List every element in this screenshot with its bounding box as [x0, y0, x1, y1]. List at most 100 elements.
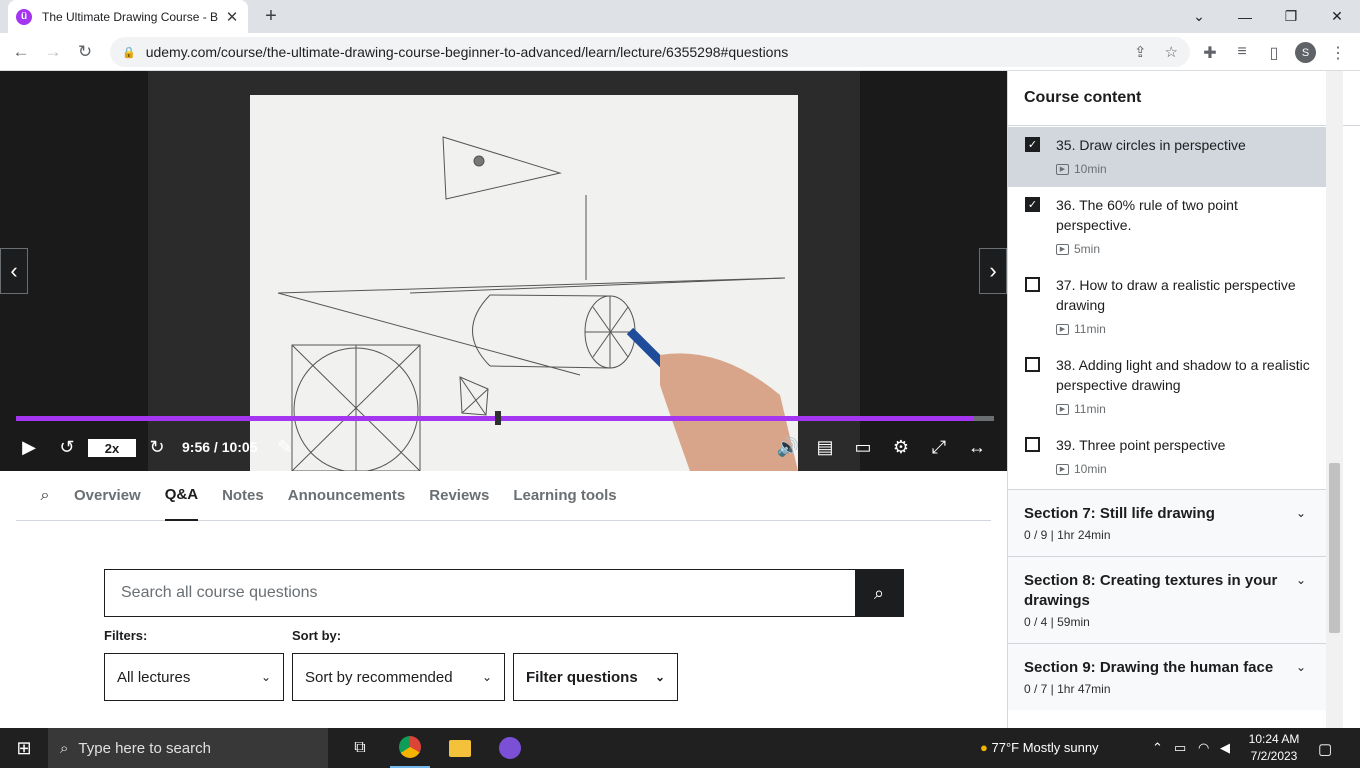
video-progress-bar[interactable] [16, 411, 994, 425]
lecture-checkbox[interactable] [1025, 437, 1040, 452]
lecture-title: 39. Three point perspective [1056, 437, 1226, 453]
forward-icon[interactable]: ↻ [144, 433, 170, 461]
fullscreen-icon[interactable]: ⤢ [926, 433, 952, 461]
progress-marker[interactable] [495, 411, 502, 425]
scrollbar-thumb[interactable] [1329, 463, 1340, 633]
sidebar-list[interactable]: ✓ 35. Draw circles in perspective ▶ 10min… [1008, 127, 1326, 728]
qa-search-input[interactable] [105, 570, 855, 616]
menu-icon[interactable]: ⋮ [1328, 43, 1348, 63]
sidebar-title: Course content [1024, 89, 1142, 106]
section-title: Section 9: Drawing the human face [1024, 659, 1274, 676]
captions-icon[interactable]: ▭ [850, 433, 876, 461]
lecture-checkbox[interactable] [1025, 277, 1040, 292]
extensions-icon[interactable]: ✚ [1200, 43, 1220, 63]
back-icon[interactable]: ← [8, 39, 34, 65]
lecture-checkbox[interactable]: ✓ [1025, 197, 1040, 212]
windows-start-icon[interactable]: ⊞ [0, 728, 48, 768]
section-header[interactable]: Section 8: Creating textures in your dra… [1008, 556, 1326, 643]
playback-speed-button[interactable]: 2x [88, 439, 136, 457]
new-tab-icon[interactable]: + [260, 5, 282, 28]
file-explorer-icon[interactable] [440, 728, 480, 768]
battery-icon[interactable]: ▭ [1174, 740, 1186, 756]
section-title: Section 8: Creating textures in your dra… [1024, 572, 1278, 609]
forward-icon[interactable]: → [40, 39, 66, 65]
lecture-item[interactable]: 38. Adding light and shadow to a realist… [1008, 347, 1326, 427]
share-icon[interactable]: ⇪ [1134, 43, 1147, 61]
sidebar-header: Course content ✕ [1008, 71, 1360, 126]
lecture-item[interactable]: ✓ 35. Draw circles in perspective ▶ 10min [1008, 127, 1326, 187]
volume-icon[interactable]: 🔊 [775, 433, 801, 461]
search-icon[interactable]: ⌕ [16, 487, 74, 505]
reading-list-icon[interactable]: ≡ [1232, 43, 1252, 61]
chrome-icon[interactable] [390, 728, 430, 768]
lecture-checkbox[interactable]: ✓ [1025, 137, 1040, 152]
lecture-item[interactable]: ✓ 36. The 60% rule of two point perspect… [1008, 187, 1326, 267]
taskbar-search[interactable]: ⌕ Type here to search [48, 728, 328, 768]
lecture-item[interactable]: 39. Three point perspective ▶ 10min [1008, 427, 1326, 489]
search-button[interactable]: ⌕ [855, 570, 903, 616]
add-note-icon[interactable]: ✎ [272, 433, 298, 461]
browser-tab[interactable]: ü The Ultimate Drawing Course - B ✕ [8, 0, 248, 33]
course-tabs: ⌕ Overview Q&A Notes Announcements Revie… [16, 471, 991, 521]
sort-by-label: Sort by: [292, 628, 342, 643]
tab-overview[interactable]: Overview [74, 471, 141, 521]
github-desktop-icon[interactable] [490, 728, 530, 768]
browser-tab-bar: ü The Ultimate Drawing Course - B ✕ + ⌄ … [0, 0, 1360, 33]
close-window-icon[interactable]: ✕ [1314, 0, 1360, 33]
video-player[interactable]: ‹ › ▶ ↺ 2x ↻ 9:56 / 10:05 ✎ 🔊 ▤ ▭ ⚙ ⤢ ↔ [0, 71, 1007, 471]
taskbar-clock[interactable]: 10:24 AM 7/2/2023 [1244, 731, 1304, 765]
settings-gear-icon[interactable]: ⚙ [888, 433, 914, 461]
video-icon: ▶ [1056, 403, 1069, 415]
lecture-duration: 11min [1074, 402, 1106, 416]
clock-time: 10:24 AM [1248, 732, 1300, 746]
url-field[interactable]: 🔒 udemy.com/course/the-ultimate-drawing-… [110, 37, 1190, 67]
qa-search: ⌕ [104, 569, 904, 617]
lecture-title: 38. Adding light and shadow to a realist… [1056, 357, 1310, 393]
section-header[interactable]: Section 9: Drawing the human face 0 / 7 … [1008, 643, 1326, 710]
lecture-filter-select[interactable]: All lectures ⌄ [104, 653, 284, 701]
minimize-icon[interactable]: — [1222, 0, 1268, 33]
tab-reviews[interactable]: Reviews [429, 471, 489, 521]
close-tab-icon[interactable]: ✕ [224, 8, 240, 26]
rewind-icon[interactable]: ↺ [54, 433, 80, 461]
side-panel-icon[interactable]: ▯ [1264, 43, 1284, 63]
filter-questions-label: Filter questions [526, 668, 638, 686]
expand-width-icon[interactable]: ↔ [964, 433, 990, 461]
tab-announcements[interactable]: Announcements [288, 471, 406, 521]
restore-icon[interactable]: ❐ [1268, 0, 1314, 33]
playback-time: 9:56 / 10:05 [182, 439, 258, 455]
transcript-icon[interactable]: ▤ [812, 433, 838, 461]
speaker-icon[interactable]: ◀ [1220, 740, 1230, 756]
chevron-up-icon[interactable]: ⌃ [1152, 740, 1163, 756]
tab-qa[interactable]: Q&A [164, 471, 199, 521]
profile-avatar[interactable]: S [1295, 42, 1316, 63]
video-icon: ▶ [1056, 463, 1069, 475]
tab-search-icon[interactable]: ⌄ [1176, 0, 1222, 33]
tab-notes[interactable]: Notes [222, 471, 264, 521]
lecture-item[interactable]: 37. How to draw a realistic perspective … [1008, 267, 1326, 347]
wifi-icon[interactable]: ◠ [1198, 740, 1209, 756]
taskbar-search-text: Type here to search [78, 739, 211, 757]
course-content-sidebar: Course content ✕ ✓ 35. Draw circles in p… [1007, 71, 1360, 728]
bookmark-star-icon[interactable]: ☆ [1165, 43, 1178, 61]
tab-learning-tools[interactable]: Learning tools [513, 471, 616, 521]
previous-lecture-button[interactable]: ‹ [0, 248, 28, 294]
section-header[interactable]: Section 7: Still life drawing 0 / 9 | 1h… [1008, 489, 1326, 556]
tab-title: The Ultimate Drawing Course - B [42, 9, 219, 24]
next-lecture-button[interactable]: › [979, 248, 1007, 294]
notification-icon[interactable]: ▢ [1318, 740, 1332, 758]
reload-icon[interactable]: ↻ [72, 39, 98, 65]
sort-select[interactable]: Sort by recommended ⌄ [292, 653, 505, 701]
page-scrollbar[interactable] [1326, 71, 1343, 728]
lecture-duration: 11min [1074, 322, 1106, 336]
task-view-icon[interactable]: ⧉ [340, 728, 380, 768]
lecture-checkbox[interactable] [1025, 357, 1040, 372]
play-icon[interactable]: ▶ [16, 433, 42, 461]
section-title: Section 7: Still life drawing [1024, 505, 1215, 522]
windows-taskbar: ⊞ ⌕ Type here to search ⧉ ● 77°F Mostly … [0, 728, 1360, 768]
weather-widget[interactable]: ● 77°F Mostly sunny [980, 740, 1120, 755]
udemy-icon: ü [16, 8, 32, 25]
chevron-down-icon: ⌄ [1295, 660, 1306, 674]
sun-icon: ● [980, 740, 988, 755]
filter-questions-button[interactable]: Filter questions ⌄ [513, 653, 678, 701]
